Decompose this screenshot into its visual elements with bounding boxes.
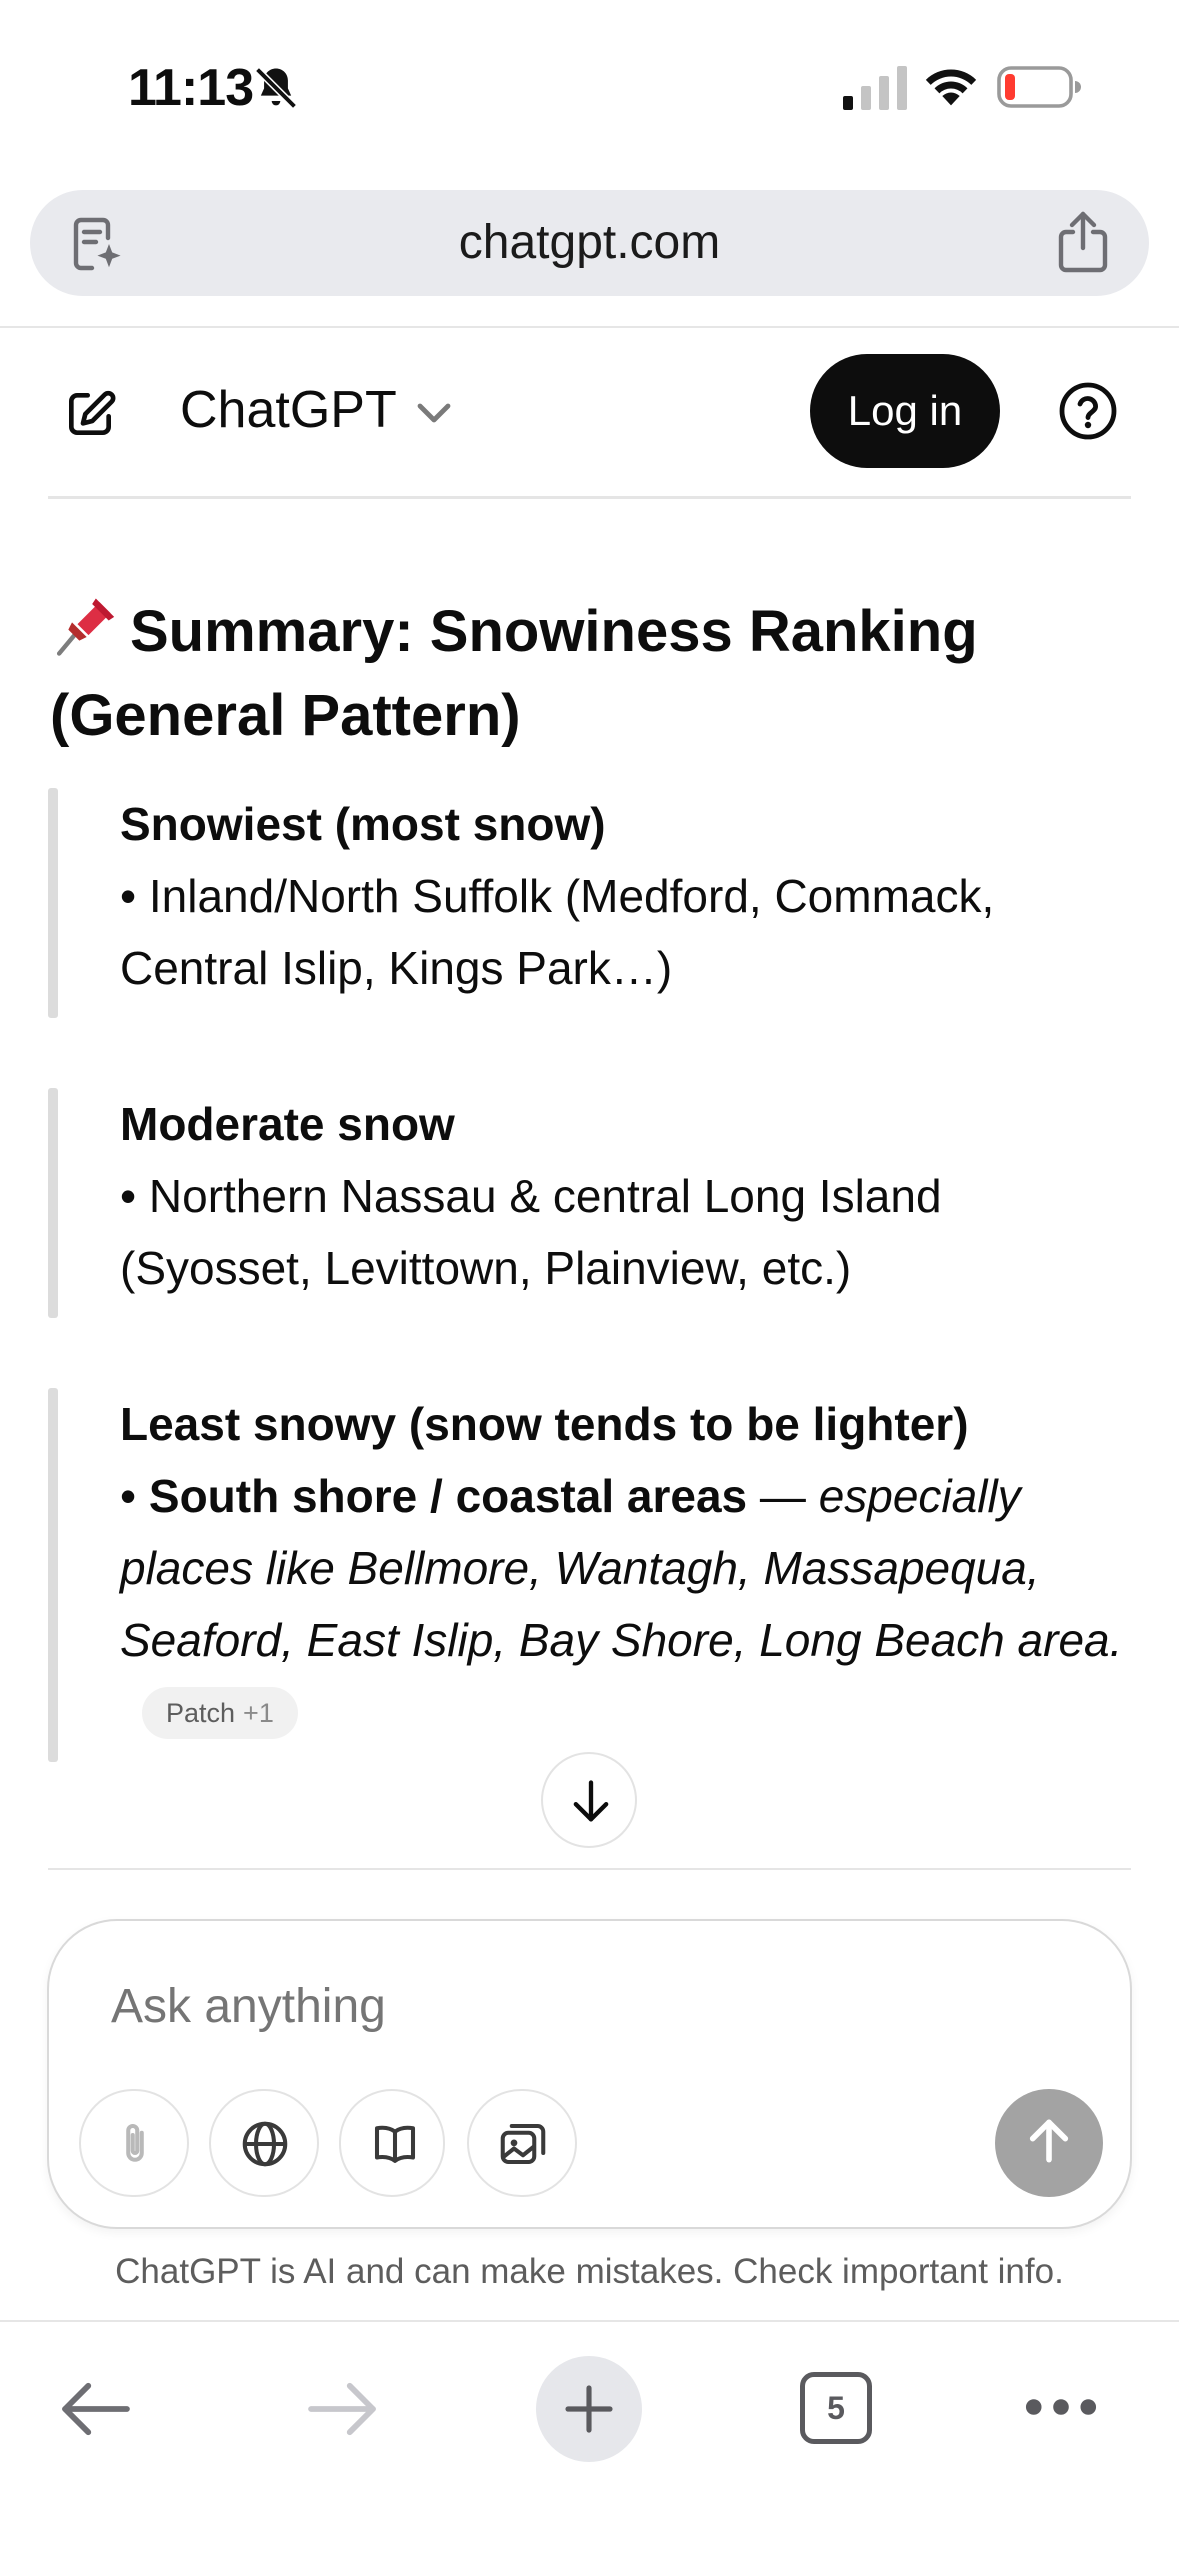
paperclip-icon — [126, 2124, 144, 2162]
open-book-icon — [374, 2125, 416, 2163]
send-button[interactable] — [995, 2089, 1103, 2197]
response-heading: Summary: Snowiness Ranking (General Patt… — [50, 590, 1110, 758]
arrow-up-icon — [1029, 2119, 1069, 2163]
blockquote-bar — [48, 1088, 58, 1318]
model-selector-title[interactable]: ChatGPT — [180, 380, 397, 440]
search-web-button[interactable] — [209, 2089, 319, 2197]
url-text[interactable]: chatgpt.com — [30, 190, 1149, 296]
disclaimer-text: ChatGPT is AI and can make mistakes. Che… — [115, 2252, 1064, 2291]
wifi-icon — [925, 69, 977, 106]
app-header: ChatGPT Log in — [0, 328, 1179, 496]
tab-switcher-button[interactable]: 5 — [800, 2372, 872, 2444]
blockquote-bar — [48, 1388, 58, 1762]
arrow-down-icon — [573, 1780, 609, 1822]
source-citation-badge[interactable]: Patch +1 — [142, 1687, 298, 1739]
back-arrow-icon[interactable] — [58, 2380, 134, 2438]
bullet: • — [120, 1470, 149, 1522]
study-button[interactable] — [339, 2089, 445, 2197]
message-composer — [47, 1919, 1132, 2229]
bell-muted-icon — [255, 67, 297, 109]
message-input[interactable] — [111, 1979, 1011, 2034]
heading-text: Summary: Snowiness Ranking (General Patt… — [50, 599, 978, 748]
image-icon — [500, 2123, 546, 2165]
divider — [48, 1868, 1131, 1870]
block-text: Snowiest (most snow) • Inland/North Suff… — [120, 788, 1128, 1004]
help-icon[interactable] — [1058, 381, 1118, 441]
moderate-block: Moderate snow • Northern Nassau & centra… — [48, 1088, 1128, 1318]
chevron-down-icon[interactable] — [414, 400, 454, 428]
status-time: 11:13 — [128, 59, 254, 117]
forward-arrow-icon[interactable] — [304, 2380, 380, 2438]
more-options-icon[interactable] — [1024, 2392, 1098, 2422]
battery-low-icon — [997, 66, 1081, 108]
divider — [48, 496, 1131, 499]
blockquote-bar — [48, 788, 58, 1018]
new-chat-icon[interactable] — [62, 386, 118, 442]
badge-label: Patch — [166, 1698, 236, 1728]
globe-icon — [242, 2121, 288, 2167]
dash: — — [747, 1470, 819, 1522]
plus-icon — [565, 2385, 613, 2433]
bold-text: South shore / coastal areas — [148, 1470, 748, 1522]
attach-button[interactable] — [79, 2089, 189, 2197]
browser-toolbar: 5 — [0, 2322, 1179, 2556]
badge-count: +1 — [243, 1698, 274, 1728]
cellular-signal-icon — [843, 66, 907, 110]
share-icon[interactable] — [1055, 210, 1111, 274]
address-bar[interactable]: chatgpt.com — [30, 190, 1149, 296]
pushpin-icon — [56, 598, 115, 656]
block-body: • Inland/North Suffolk (Medford, Commack… — [120, 870, 995, 994]
block-title: Moderate snow — [120, 1098, 455, 1150]
block-text: Moderate snow • Northern Nassau & centra… — [120, 1088, 1128, 1304]
login-button[interactable]: Log in — [810, 354, 1000, 468]
new-tab-button[interactable] — [536, 2356, 642, 2462]
least-snowy-block: Least snowy (snow tends to be lighter) •… — [48, 1388, 1128, 1762]
block-body: • South shore / coastal areas — especial… — [120, 1460, 1128, 1748]
scroll-to-bottom-button[interactable] — [541, 1752, 637, 1848]
block-body: • Northern Nassau & central Long Island … — [120, 1170, 942, 1294]
snowiest-block: Snowiest (most snow) • Inland/North Suff… — [48, 788, 1128, 1018]
status-bar: 11:13 — [0, 0, 1179, 170]
create-image-button[interactable] — [467, 2089, 577, 2197]
block-title: Least snowy (snow tends to be lighter) — [120, 1398, 969, 1450]
block-title: Snowiest (most snow) — [120, 798, 606, 850]
chat-response: Summary: Snowiness Ranking (General Patt… — [0, 500, 1179, 1765]
block-text: Least snowy (snow tends to be lighter) •… — [120, 1388, 1128, 1748]
